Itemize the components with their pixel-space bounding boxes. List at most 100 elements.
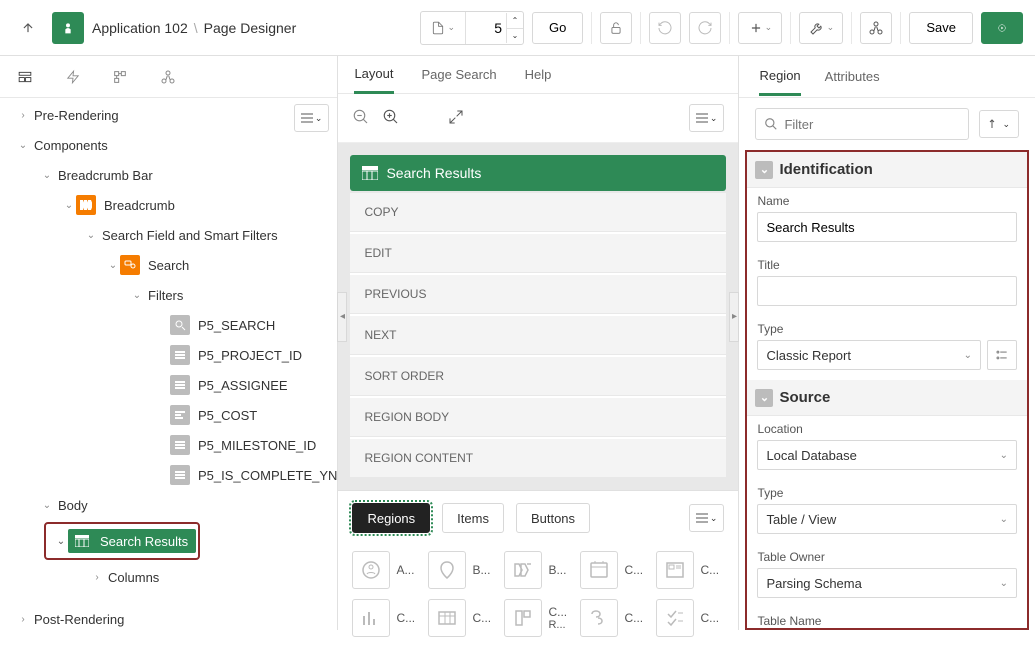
name-input[interactable] — [757, 212, 1017, 242]
source-type-field: Type Table / View⌄ — [747, 480, 1027, 544]
search-results-highlight-box: ⌄ Search Results — [0, 520, 337, 562]
region-header[interactable]: Search Results — [350, 155, 726, 191]
page-file-icon[interactable]: ⌄ — [421, 12, 466, 44]
property-editor: ⌄ Identification Name Title Type Classic… — [745, 150, 1029, 630]
region-slot[interactable]: SORT ORDER — [350, 357, 726, 396]
breadcrumb: Application 102 \ Page Designer — [92, 20, 296, 36]
region-slot[interactable]: REGION BODY — [350, 398, 726, 437]
gallery-menu-button[interactable]: ⌄ — [689, 504, 725, 532]
gallery-item[interactable]: C... — [656, 551, 724, 589]
app-badge-icon[interactable] — [52, 12, 84, 44]
redo-icon[interactable] — [689, 12, 721, 44]
gallery-item[interactable]: C... — [352, 599, 420, 637]
tree-breadcrumb-bar[interactable]: ⌄Breadcrumb Bar — [0, 160, 337, 190]
page-up-stepper[interactable]: ⌃ — [507, 13, 523, 28]
tree-body[interactable]: ⌄Body — [0, 490, 337, 520]
processing-tab-icon[interactable] — [112, 69, 128, 85]
attributes-tab[interactable]: Attributes — [825, 59, 880, 94]
identification-section[interactable]: ⌄ Identification — [747, 152, 1027, 188]
gallery-item[interactable]: C...R... — [504, 599, 572, 637]
collapse-icon: ⌄ — [755, 161, 773, 179]
tree-p5-milestone-id[interactable]: P5_MILESTONE_ID — [0, 430, 337, 460]
tree-pre-rendering[interactable]: ›Pre-Rendering — [0, 100, 337, 130]
region-slot[interactable]: PREVIOUS — [350, 275, 726, 314]
right-panel: Region Attributes ⌄ ⌄ Identification Nam… — [739, 56, 1035, 630]
table-owner-select[interactable]: Parsing Schema⌄ — [757, 568, 1017, 598]
gallery-item[interactable]: B... — [504, 551, 572, 589]
gallery-items-tab[interactable]: Items — [442, 503, 504, 533]
title-field: Title — [747, 252, 1027, 316]
breadcrumb-page: Page Designer — [204, 20, 297, 36]
tree-filters[interactable]: ⌄Filters — [0, 280, 337, 310]
gallery-item[interactable]: C... — [580, 599, 648, 637]
component-tree: ⌄ ›Pre-Rendering ⌄Components ⌄Breadcrumb… — [0, 98, 337, 630]
tree-p5-is-complete[interactable]: P5_IS_COMPLETE_YN — [0, 460, 337, 490]
region-slot[interactable]: EDIT — [350, 234, 726, 273]
tree-post-rendering[interactable]: ›Post-Rendering — [0, 604, 337, 630]
table-owner-field: Table Owner Parsing Schema⌄ — [747, 544, 1027, 608]
add-icon[interactable]: ⌄ — [738, 12, 782, 44]
location-select[interactable]: Local Database⌄ — [757, 440, 1017, 470]
shared-components-icon[interactable] — [860, 12, 892, 44]
tree-p5-cost[interactable]: P5_COST — [0, 400, 337, 430]
zoom-out-icon[interactable] — [352, 108, 370, 129]
name-field: Name — [747, 188, 1027, 252]
run-button[interactable] — [981, 12, 1023, 44]
source-section[interactable]: ⌄ Source — [747, 380, 1027, 416]
expand-icon[interactable] — [448, 109, 464, 128]
go-button[interactable]: Go — [532, 12, 583, 44]
tree-p5-project-id[interactable]: P5_PROJECT_ID — [0, 340, 337, 370]
gallery-item[interactable]: C... — [428, 599, 496, 637]
dynamic-actions-tab-icon[interactable] — [66, 69, 80, 85]
tree-search[interactable]: ⌄Search — [0, 250, 337, 280]
tree-components[interactable]: ⌄Components — [0, 130, 337, 160]
utilities-icon[interactable]: ⌄ — [799, 12, 843, 44]
layout-tab[interactable]: Layout — [354, 56, 393, 94]
splitter-left[interactable]: ◂ — [337, 292, 347, 342]
page-down-stepper[interactable]: ⌄ — [507, 28, 523, 43]
tree-search-results[interactable]: ⌄ Search Results — [48, 526, 196, 556]
gallery-buttons-tab[interactable]: Buttons — [516, 503, 590, 533]
region-slot[interactable]: NEXT — [350, 316, 726, 355]
up-arrow-icon[interactable] — [12, 12, 44, 44]
gallery-item[interactable]: A... — [352, 551, 420, 589]
layout-canvas: ◂ ▸ Search Results COPYEDITPREVIOUSNEXTS… — [338, 143, 738, 490]
gallery-item[interactable]: C... — [580, 551, 648, 589]
gallery-tabs: Regions Items Buttons ⌄ — [338, 490, 738, 545]
lock-icon[interactable] — [600, 12, 632, 44]
left-tabs — [0, 56, 337, 98]
type-options-button[interactable] — [987, 340, 1017, 370]
layout-menu-button[interactable]: ⌄ — [689, 104, 725, 132]
help-tab[interactable]: Help — [525, 57, 552, 92]
location-field: Location Local Database⌄ — [747, 416, 1027, 480]
tree-p5-assignee[interactable]: P5_ASSIGNEE — [0, 370, 337, 400]
type-select[interactable]: Classic Report⌄ — [757, 340, 981, 370]
source-type-select[interactable]: Table / View⌄ — [757, 504, 1017, 534]
page-search-tab[interactable]: Page Search — [422, 57, 497, 92]
page-number-input[interactable] — [466, 14, 506, 42]
top-toolbar: Application 102 \ Page Designer ⌄ ⌃ ⌄ Go… — [0, 0, 1035, 56]
undo-icon[interactable] — [649, 12, 681, 44]
zoom-in-icon[interactable] — [382, 108, 400, 129]
title-input[interactable] — [757, 276, 1017, 306]
tree-breadcrumb[interactable]: ⌄Breadcrumb — [0, 190, 337, 220]
filter-menu-button[interactable]: ⌄ — [979, 110, 1019, 138]
region-slot[interactable]: REGION CONTENT — [350, 439, 726, 478]
tree-columns[interactable]: ›Columns — [0, 562, 337, 592]
gallery-item[interactable]: C... — [656, 599, 724, 637]
gallery-regions-tab[interactable]: Regions — [352, 503, 430, 533]
tree-p5-search[interactable]: P5_SEARCH — [0, 310, 337, 340]
search-icon — [764, 117, 778, 131]
rendering-tab-icon[interactable] — [16, 70, 34, 84]
property-filter-bar: ⌄ — [739, 98, 1035, 150]
center-panel: Layout Page Search Help ⌄ ◂ ▸ Search Res… — [338, 56, 739, 630]
breadcrumb-app[interactable]: Application 102 — [92, 20, 188, 36]
region-slot[interactable]: COPY — [350, 193, 726, 232]
save-button[interactable]: Save — [909, 12, 973, 44]
filter-input[interactable] — [784, 117, 960, 132]
gallery-item[interactable]: B... — [428, 551, 496, 589]
splitter-right[interactable]: ▸ — [729, 292, 739, 342]
region-tab[interactable]: Region — [759, 58, 800, 96]
shared-tab-icon[interactable] — [160, 69, 176, 85]
tree-search-field-smart[interactable]: ⌄Search Field and Smart Filters — [0, 220, 337, 250]
